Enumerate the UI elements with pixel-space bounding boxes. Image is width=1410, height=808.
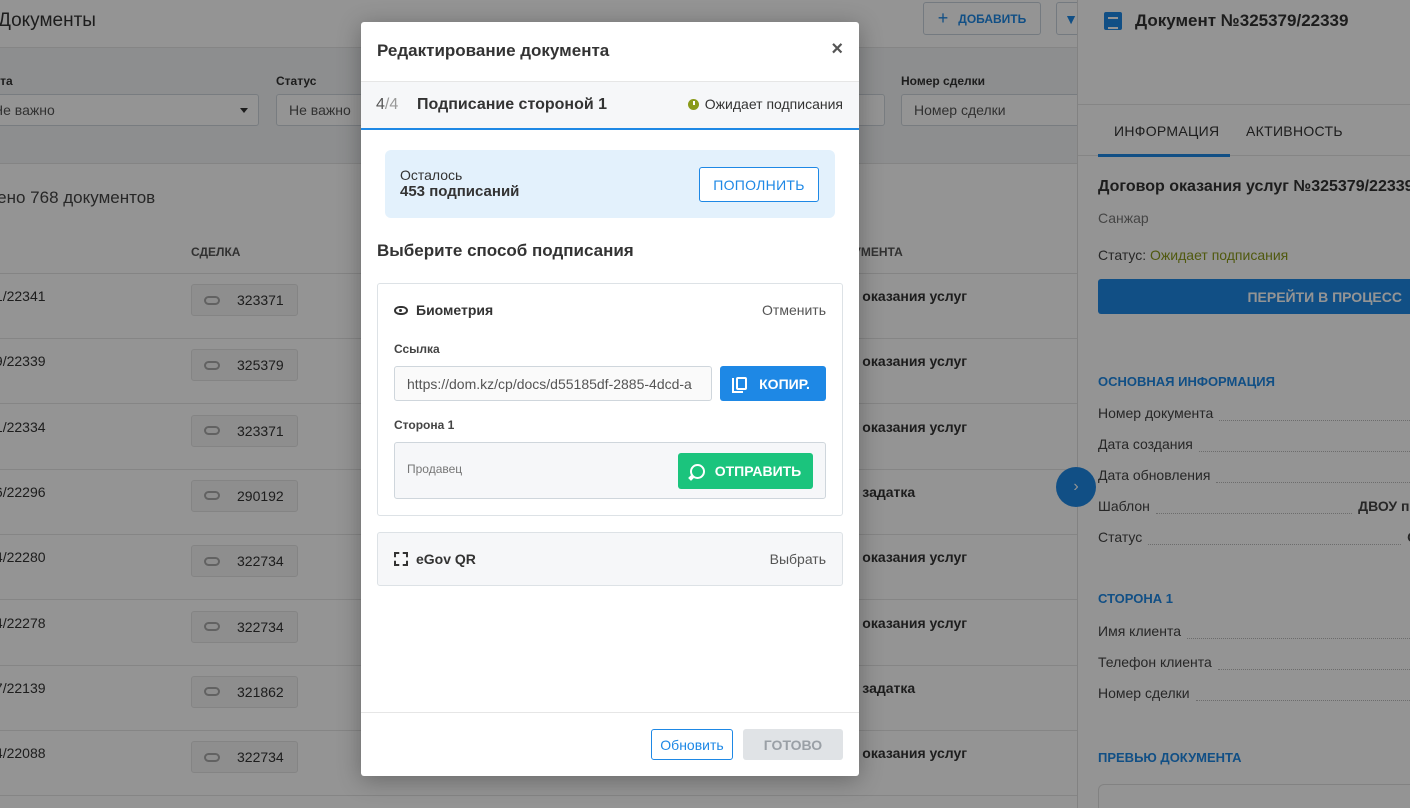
refresh-button[interactable]: Обновить bbox=[651, 729, 733, 760]
send-whatsapp-button[interactable]: ОТПРАВИТЬ bbox=[678, 453, 813, 489]
modal-footer: Обновить ГОТОВО bbox=[361, 712, 859, 776]
step-status-text: Ожидает подписания bbox=[704, 96, 843, 112]
signing-link-input[interactable]: https://dom.kz/cp/docs/d55185df-2885-4dc… bbox=[394, 366, 712, 401]
send-button-label: ОТПРАВИТЬ bbox=[714, 463, 802, 479]
method-biometry: Биометрия Отменить Ссылка https://dom.kz… bbox=[377, 283, 843, 516]
step-header: 4/4 Подписание стороной 1 Ожидает подпис… bbox=[361, 82, 859, 130]
step-status: Ожидает подписания bbox=[687, 96, 843, 112]
signatures-balance: Осталось 453 подписаний ПОПОЛНИТЬ bbox=[385, 150, 835, 218]
modal-title: Редактирование документа bbox=[377, 41, 610, 60]
biometry-header: Биометрия bbox=[394, 302, 493, 318]
step-label: Подписание стороной 1 bbox=[417, 96, 608, 113]
cancel-biometry-link[interactable]: Отменить bbox=[762, 302, 826, 318]
egov-header: eGov QR bbox=[394, 551, 476, 567]
whatsapp-icon bbox=[689, 463, 705, 479]
step-counter: 4/4 bbox=[376, 96, 398, 114]
modal-header: Редактирование документа × bbox=[361, 22, 859, 82]
method-egov-qr[interactable]: eGov QR Выбрать bbox=[377, 532, 843, 586]
step-total: /4 bbox=[384, 96, 399, 113]
step-current: 4 bbox=[376, 96, 385, 113]
party-label: Сторона 1 bbox=[394, 418, 455, 432]
party-name: Продавец bbox=[407, 462, 463, 476]
clock-icon bbox=[687, 98, 699, 110]
qr-code-icon bbox=[394, 552, 408, 566]
balance-value: 453 подписаний bbox=[400, 183, 520, 200]
topup-button[interactable]: ПОПОЛНИТЬ bbox=[699, 167, 819, 202]
choose-method-label: Выберите способ подписания bbox=[377, 241, 634, 260]
link-label: Ссылка bbox=[394, 342, 440, 356]
biometry-title: Биометрия bbox=[416, 302, 494, 318]
copy-button-label: КОПИР. bbox=[759, 375, 810, 392]
egov-title: eGov QR bbox=[416, 551, 476, 567]
copy-button[interactable]: КОПИР. bbox=[720, 366, 826, 401]
balance-label: Осталось bbox=[400, 167, 463, 183]
select-egov-link[interactable]: Выбрать bbox=[770, 551, 826, 567]
done-button[interactable]: ГОТОВО bbox=[743, 729, 843, 760]
edit-document-modal: Редактирование документа × 4/4 Подписани… bbox=[361, 22, 859, 776]
copy-icon bbox=[732, 377, 748, 393]
eye-icon bbox=[394, 305, 408, 315]
party-row: Продавец ОТПРАВИТЬ bbox=[394, 442, 826, 499]
close-icon[interactable]: × bbox=[831, 39, 843, 59]
